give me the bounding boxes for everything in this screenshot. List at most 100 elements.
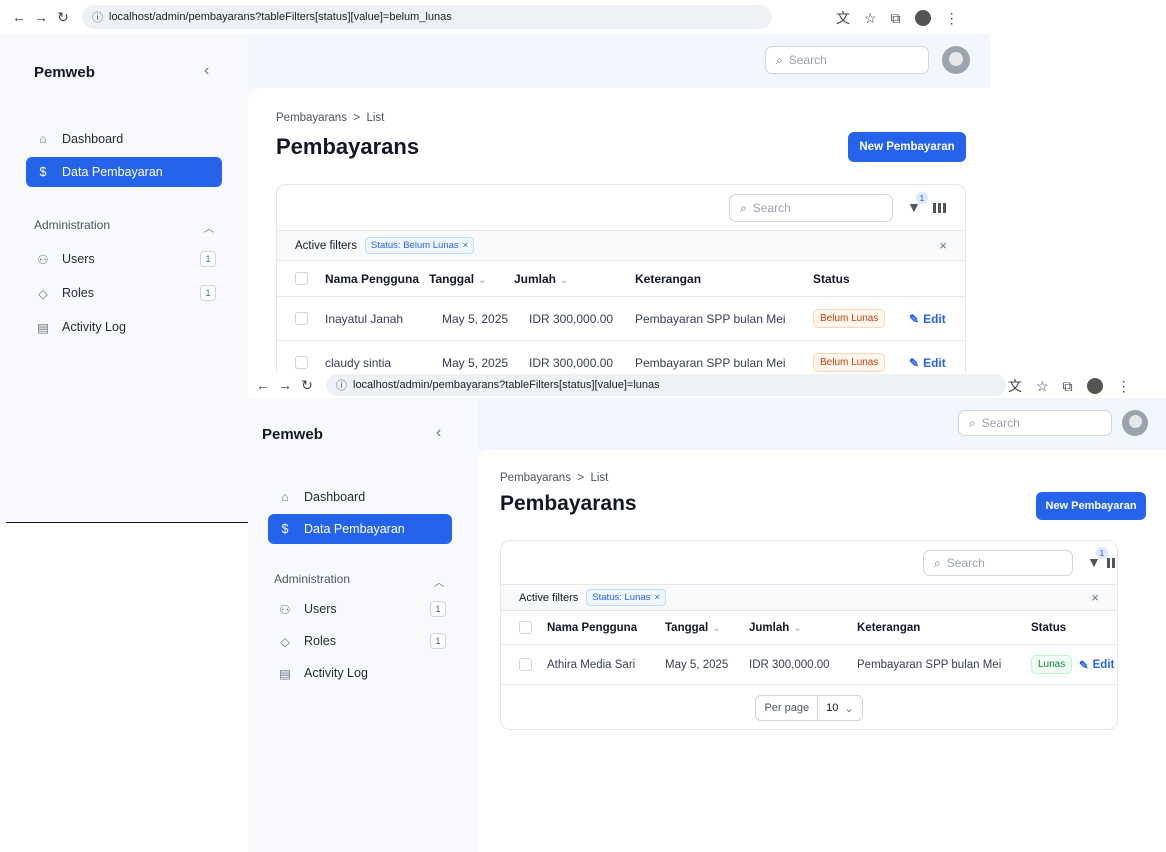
clear-filters-icon[interactable]: ×: [1091, 590, 1099, 605]
column-header-sortable[interactable]: Jumlah ⌄: [749, 622, 802, 634]
new-pembayaran-button[interactable]: New Pembayaran: [1036, 492, 1146, 520]
forward-arrow-icon[interactable]: →: [30, 9, 52, 25]
filter-chip[interactable]: Status: Belum Lunas ×: [365, 237, 475, 254]
nav-group-administration[interactable]: Administration: [274, 572, 350, 586]
translate-icon[interactable]: 文: [836, 8, 850, 28]
front-app: Pemweb ‹ ⌂ Dashboard $ Data Pembayaran A…: [248, 398, 1166, 852]
global-search-input[interactable]: ⌕ Search: [765, 46, 929, 74]
search-icon: ⌕: [776, 52, 783, 67]
star-icon[interactable]: ☆: [1036, 378, 1049, 395]
row-checkbox[interactable]: [519, 658, 532, 671]
table-search-input[interactable]: ⌕ Search: [729, 194, 893, 222]
puzzle-icon[interactable]: ⧉: [891, 10, 901, 27]
nav-group-administration[interactable]: Administration: [34, 218, 110, 232]
table-header-row: Nama Pengguna Tanggal ⌄ Jumlah ⌄ Keteranga…: [501, 611, 1117, 645]
collapse-sidebar-icon[interactable]: ‹: [204, 62, 209, 80]
profile-icon[interactable]: [914, 10, 931, 26]
filter-icon[interactable]: ▼ 1: [907, 192, 928, 215]
column-toggle-icon[interactable]: [933, 203, 946, 213]
status-badge: Belum Lunas: [813, 309, 886, 328]
sidebar-item-data-pembayaran[interactable]: $ Data Pembayaran: [26, 157, 222, 187]
remove-filter-icon[interactable]: ×: [654, 592, 660, 603]
sidebar-item-label: Dashboard: [304, 490, 366, 504]
sidebar-item-users[interactable]: ⚇ Users 1: [26, 244, 222, 274]
global-search-input[interactable]: ⌕ Search: [958, 410, 1112, 436]
address-url: localhost/admin/pembayarans?tableFilters…: [109, 11, 452, 23]
filter-chip-label: Status: Lunas: [592, 592, 651, 603]
column-header-sortable[interactable]: Jumlah ⌄: [514, 272, 568, 286]
search-icon: ⌕: [740, 200, 747, 215]
column-header-sortable[interactable]: Tanggal ⌄: [429, 272, 487, 286]
column-header-sortable[interactable]: Tanggal ⌄: [665, 622, 721, 634]
chevron-down-icon: ⌄: [844, 702, 854, 715]
users-icon: ⚇: [279, 602, 291, 617]
breadcrumb-current: List: [366, 112, 385, 124]
clear-filters-icon[interactable]: ×: [939, 238, 947, 253]
chevron-down-icon: ⌄: [560, 274, 569, 286]
divider: [6, 522, 248, 523]
cell-nama: Athira Media Sari: [547, 658, 636, 671]
sidebar-item-roles[interactable]: ◇ Roles 1: [268, 626, 452, 656]
new-pembayaran-button[interactable]: New Pembayaran: [848, 132, 966, 162]
info-icon[interactable]: ⓘ: [92, 9, 103, 25]
row-checkbox[interactable]: [295, 356, 308, 369]
column-header: Keterangan: [857, 621, 921, 634]
forward-arrow-icon[interactable]: →: [274, 377, 296, 393]
more-vert-icon[interactable]: ⋮: [1117, 378, 1131, 395]
breadcrumb-parent[interactable]: Pembayarans: [276, 112, 347, 124]
chevron-up-icon[interactable]: ︿: [204, 220, 214, 235]
cell-keterangan: Pembayaran SPP bulan Mei: [857, 658, 1002, 671]
sidebar-item-roles[interactable]: ◇ Roles 1: [26, 278, 222, 308]
more-vert-icon[interactable]: ⋮: [945, 10, 959, 27]
avatar[interactable]: [942, 46, 970, 74]
back-arrow-icon[interactable]: ←: [252, 377, 274, 393]
sidebar-item-activity-log[interactable]: ▤ Activity Log: [26, 312, 222, 342]
edit-button[interactable]: ✎ Edit: [909, 356, 946, 370]
back-arrow-icon[interactable]: ←: [8, 9, 30, 25]
cell-tanggal: May 5, 2025: [442, 311, 509, 326]
reload-icon[interactable]: ↻: [52, 9, 74, 26]
translate-icon[interactable]: 文: [1008, 376, 1022, 396]
search-icon: ⌕: [969, 415, 976, 430]
edit-button[interactable]: ✎ Edit: [1079, 658, 1114, 672]
select-all-checkbox[interactable]: [295, 272, 308, 285]
collapse-sidebar-icon[interactable]: ‹: [436, 424, 441, 442]
filter-chip-label: Status: Belum Lunas: [371, 240, 459, 251]
status-badge: Lunas: [1031, 655, 1073, 674]
edit-button[interactable]: ✎ Edit: [909, 312, 946, 326]
avatar[interactable]: [1122, 410, 1148, 436]
per-page-value[interactable]: 10 ⌄: [818, 702, 861, 715]
profile-icon[interactable]: [1086, 378, 1103, 394]
cell-jumlah: IDR 300,000.00: [529, 355, 614, 370]
reload-icon[interactable]: ↻: [296, 377, 318, 394]
column-header: Status: [813, 271, 850, 286]
sidebar-item-dashboard[interactable]: ⌂ Dashboard: [26, 124, 222, 154]
filter-chip[interactable]: Status: Lunas ×: [586, 589, 666, 606]
breadcrumb-parent[interactable]: Pembayarans: [500, 472, 571, 484]
remove-filter-icon[interactable]: ×: [463, 240, 469, 251]
filter-icon[interactable]: ▼ 1: [1087, 547, 1108, 570]
address-bar[interactable]: ⓘ localhost/admin/pembayarans?tableFilte…: [82, 5, 772, 29]
table-row[interactable]: Athira Media Sari May 5, 2025 IDR 300,00…: [501, 645, 1117, 685]
sidebar-item-users[interactable]: ⚇ Users 1: [268, 594, 452, 624]
address-bar[interactable]: ⓘ localhost/admin/pembayarans?tableFilte…: [326, 374, 1006, 396]
row-checkbox[interactable]: [295, 312, 308, 325]
select-all-checkbox[interactable]: [519, 621, 532, 634]
puzzle-icon[interactable]: ⧉: [1063, 378, 1073, 395]
column-toggle-icon[interactable]: [1107, 558, 1117, 568]
table-search-input[interactable]: ⌕ Search: [923, 550, 1073, 576]
sidebar-item-data-pembayaran[interactable]: $ Data Pembayaran: [268, 514, 452, 544]
brand-logo[interactable]: Pemweb: [34, 64, 95, 81]
table-row[interactable]: Inayatul Janah May 5, 2025 IDR 300,000.0…: [277, 297, 965, 341]
search-placeholder: Search: [752, 201, 791, 215]
brand-logo[interactable]: Pemweb: [262, 426, 323, 443]
sidebar-item-dashboard[interactable]: ⌂ Dashboard: [268, 482, 452, 512]
sidebar-item-label: Data Pembayaran: [62, 165, 163, 179]
cell-nama: claudy sintia: [325, 355, 392, 370]
per-page-select[interactable]: Per page 10 ⌄: [755, 695, 863, 721]
sidebar-item-activity-log[interactable]: ▤ Activity Log: [268, 658, 452, 688]
search-placeholder: Search: [788, 53, 827, 67]
star-icon[interactable]: ☆: [864, 10, 877, 27]
chevron-up-icon[interactable]: ︿: [434, 574, 444, 589]
info-icon[interactable]: ⓘ: [336, 377, 347, 393]
